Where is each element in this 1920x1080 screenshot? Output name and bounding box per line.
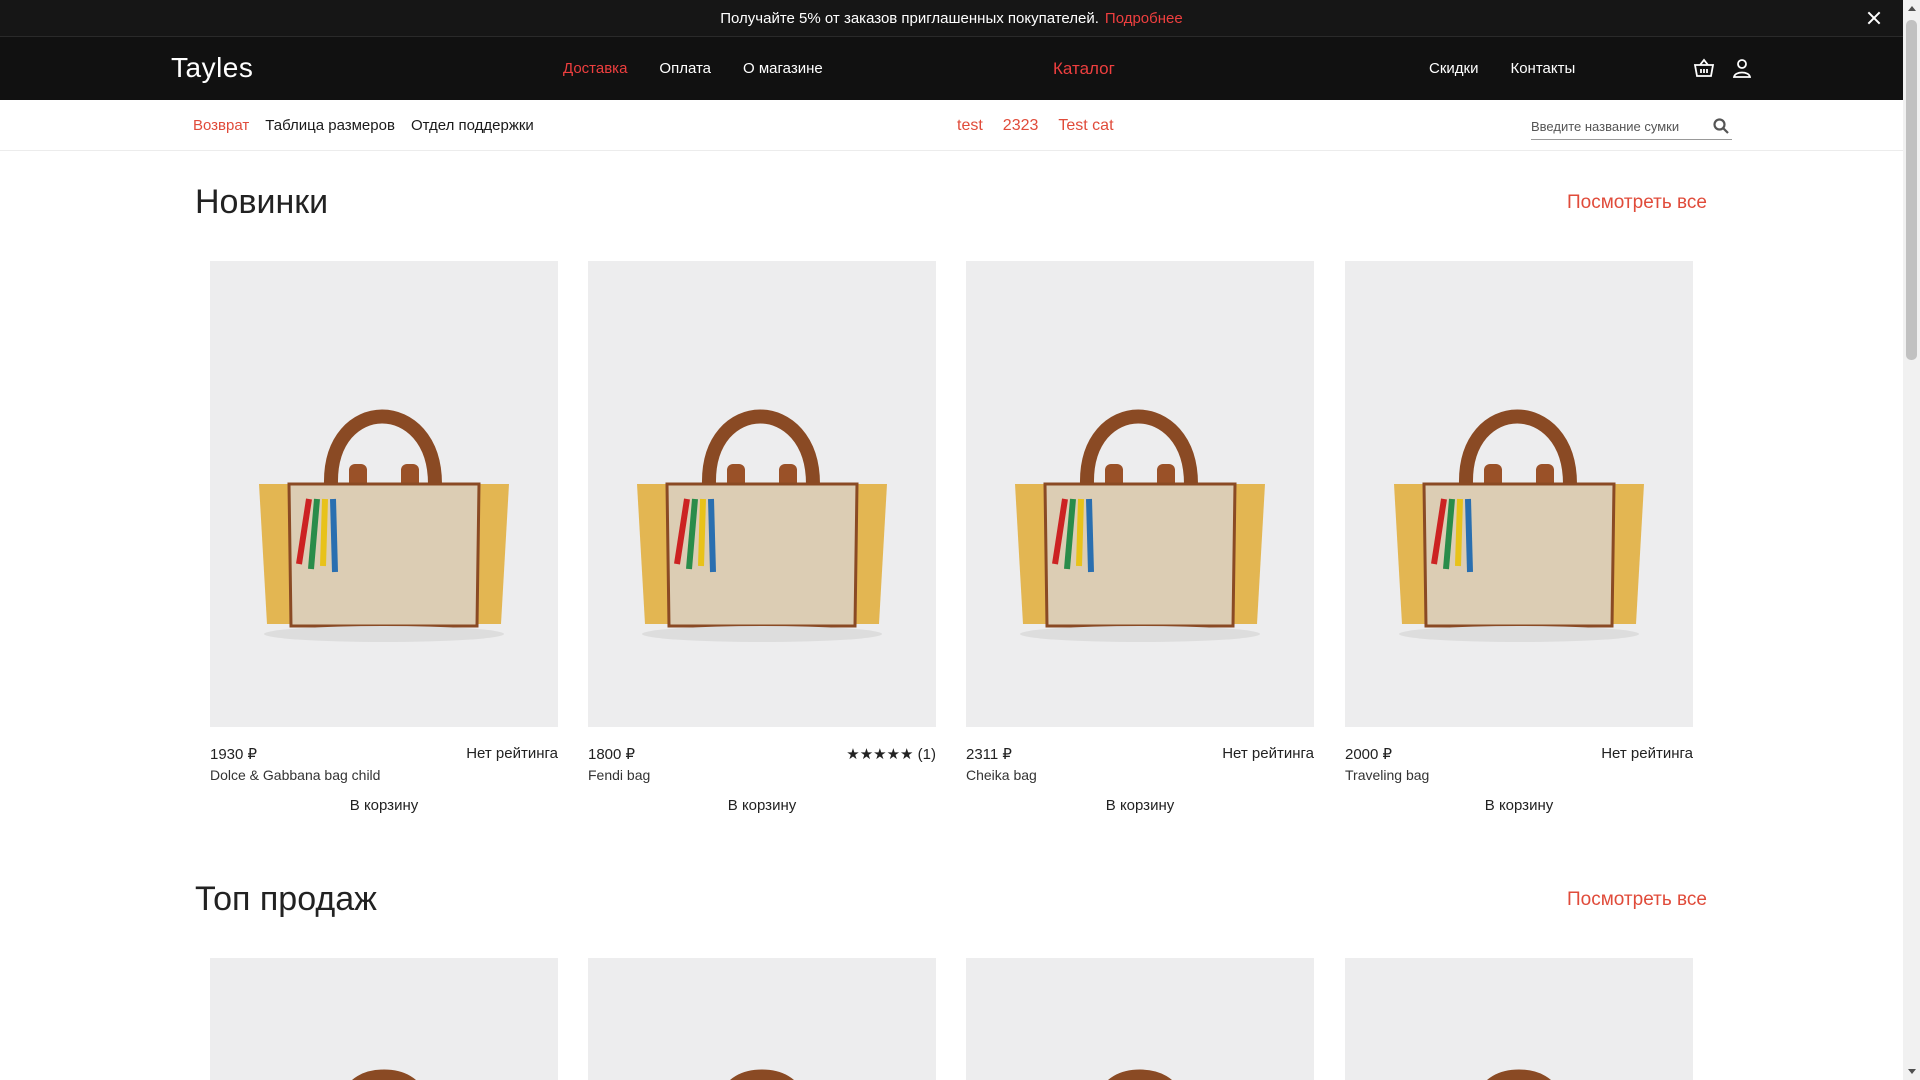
see-all-new-link[interactable]: Посмотреть все <box>1567 192 1707 214</box>
product-rating: Нет рейтинга <box>466 745 558 762</box>
product-card[interactable]: 2311 ₽ Нет рейтинга Cheika bag В корзину <box>966 261 1314 814</box>
product-meta: 1930 ₽ Нет рейтинга <box>210 745 558 763</box>
promo-more-link[interactable]: Подробнее <box>1105 10 1183 27</box>
nav-link-delivery[interactable]: Доставка <box>563 60 627 77</box>
product-name[interactable]: Cheika bag <box>966 767 1314 783</box>
product-rating: Нет рейтинга <box>1222 745 1314 762</box>
user-icon[interactable] <box>1731 57 1753 79</box>
product-price: 1930 ₽ <box>210 746 258 763</box>
see-all-top-sales-link[interactable]: Посмотреть все <box>1567 889 1707 911</box>
sub-link-size-table[interactable]: Таблица размеров <box>265 117 395 134</box>
product-image-placeholder[interactable] <box>1345 958 1693 1080</box>
section-title-new: Новинки <box>195 183 329 221</box>
product-image-placeholder[interactable] <box>966 958 1314 1080</box>
category-link-2323[interactable]: 2323 <box>1003 117 1039 135</box>
scrollbar-thumb[interactable] <box>1906 20 1917 360</box>
product-price: 1800 ₽ <box>588 746 636 763</box>
page: Получайте 5% от заказов приглашенных пок… <box>0 0 1903 1080</box>
product-price: 2311 ₽ <box>966 746 1012 763</box>
product-rating: ★★★★★ (1) <box>846 746 936 763</box>
basket-icon[interactable] <box>1693 57 1715 79</box>
product-card[interactable]: 1930 ₽ Нет рейтинга Dolce & Gabbana bag … <box>210 261 558 814</box>
product-price: 2000 ₽ <box>1345 746 1393 763</box>
nav-link-payment[interactable]: Оплата <box>659 60 711 77</box>
product-rating: Нет рейтинга <box>1601 745 1693 762</box>
nav-right-links: Скидки Контакты <box>1429 37 1575 100</box>
category-links: test 2323 Test cat <box>957 100 1114 151</box>
search-icon[interactable] <box>1712 117 1730 135</box>
sub-link-support[interactable]: Отдел поддержки <box>411 117 534 134</box>
product-name[interactable]: Traveling bag <box>1345 767 1693 783</box>
add-to-cart-button[interactable]: В корзину <box>1345 797 1693 814</box>
category-link-test-cat[interactable]: Test cat <box>1058 117 1113 135</box>
scroll-up-arrow-icon[interactable] <box>1908 6 1916 11</box>
scroll-down-arrow-icon[interactable] <box>1908 1069 1916 1074</box>
section-title-top-sales: Топ продаж <box>195 880 377 918</box>
product-card[interactable]: 2000 ₽ Нет рейтинга Traveling bag В корз… <box>1345 261 1693 814</box>
product-card[interactable]: 1800 ₽ ★★★★★ (1) Fendi bag В корзину <box>588 261 936 814</box>
category-link-test[interactable]: test <box>957 117 983 135</box>
main-nav: Tayles Доставка Оплата О магазине Катало… <box>0 37 1903 100</box>
bag-image[interactable] <box>210 261 558 727</box>
search-input[interactable] <box>1531 118 1706 134</box>
promo-text: Получайте 5% от заказов приглашенных пок… <box>720 9 1099 27</box>
search-box <box>1531 113 1732 140</box>
add-to-cart-button[interactable]: В корзину <box>966 797 1314 814</box>
promo-bar: Получайте 5% от заказов приглашенных пок… <box>0 0 1903 37</box>
sub-nav-left: Возврат Таблица размеров Отдел поддержки <box>193 100 534 151</box>
vertical-scrollbar[interactable] <box>1903 0 1920 1080</box>
sub-link-returns[interactable]: Возврат <box>193 117 249 134</box>
product-meta: 1800 ₽ ★★★★★ (1) <box>588 745 936 763</box>
product-name[interactable]: Fendi bag <box>588 767 936 783</box>
product-image-placeholder[interactable] <box>588 958 936 1080</box>
logo[interactable]: Tayles <box>171 52 253 84</box>
nav-link-catalog[interactable]: Каталог <box>1053 59 1115 79</box>
add-to-cart-button[interactable]: В корзину <box>210 797 558 814</box>
bag-image[interactable] <box>966 261 1314 727</box>
nav-link-contacts[interactable]: Контакты <box>1510 60 1575 77</box>
nav-icons <box>1693 57 1753 79</box>
nav-left-links: Доставка Оплата О магазине <box>563 37 823 100</box>
product-name[interactable]: Dolce & Gabbana bag child <box>210 767 558 783</box>
close-icon[interactable] <box>1865 9 1883 27</box>
bag-image[interactable] <box>588 261 936 727</box>
nav-link-about[interactable]: О магазине <box>743 60 823 77</box>
product-meta: 2311 ₽ Нет рейтинга <box>966 745 1314 763</box>
bag-image[interactable] <box>1345 261 1693 727</box>
product-image-placeholder[interactable] <box>210 958 558 1080</box>
nav-link-discounts[interactable]: Скидки <box>1429 60 1478 77</box>
product-meta: 2000 ₽ Нет рейтинга <box>1345 745 1693 763</box>
add-to-cart-button[interactable]: В корзину <box>588 797 936 814</box>
